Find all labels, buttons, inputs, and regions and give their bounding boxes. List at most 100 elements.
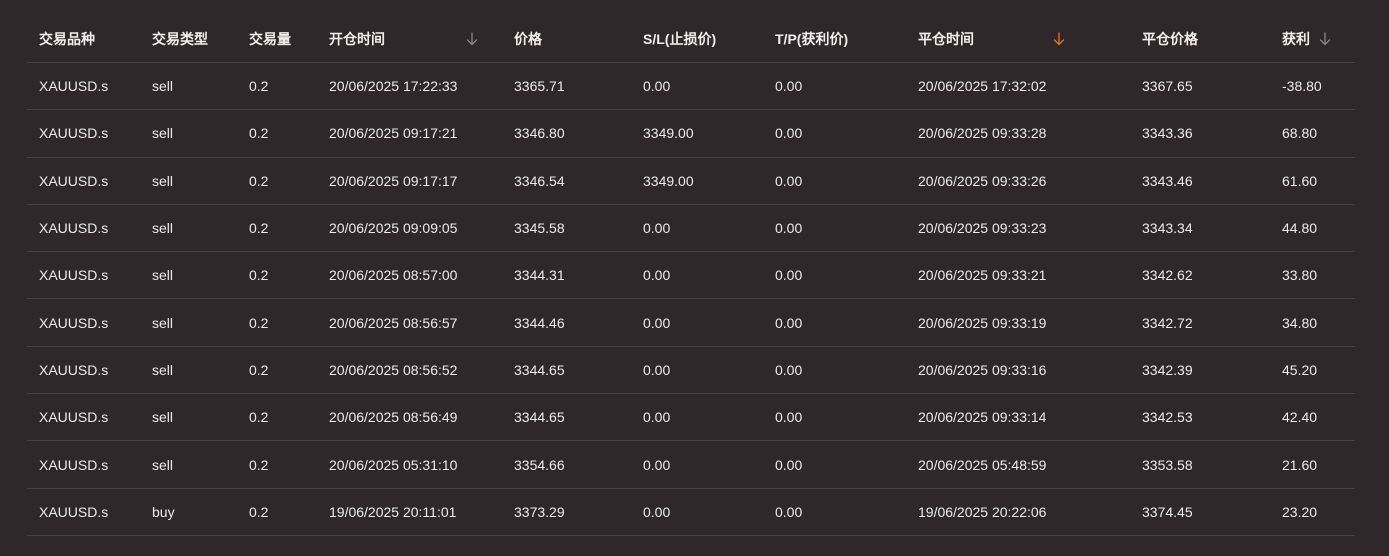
cell-tp: 0.00 — [763, 157, 906, 205]
cell-profit: 33.80 — [1270, 251, 1355, 300]
table-row[interactable]: XAUUSD.s sell 0.2 20/06/2025 09:17:17 33… — [27, 157, 1355, 205]
cell-price: 3365.71 — [502, 62, 631, 111]
cell-symbol: XAUUSD.s — [27, 62, 140, 111]
cell-symbol: XAUUSD.s — [27, 157, 140, 205]
cell-volume: 0.2 — [237, 62, 317, 111]
cell-close-price: 3343.34 — [1130, 204, 1270, 253]
cell-symbol: XAUUSD.s — [27, 109, 140, 158]
cell-tp: 0.00 — [763, 393, 906, 442]
cell-symbol: XAUUSD.s — [27, 346, 140, 395]
cell-open-time: 20/06/2025 08:56:57 — [317, 298, 502, 347]
cell-close-price: 3343.36 — [1130, 109, 1270, 158]
cell-symbol: XAUUSD.s — [27, 204, 140, 253]
cell-profit: -38.80 — [1270, 62, 1355, 111]
arrow-down-icon[interactable] — [466, 31, 478, 46]
cell-volume: 0.2 — [237, 109, 317, 158]
cell-sl: 0.00 — [631, 298, 763, 347]
table-row[interactable]: XAUUSD.s sell 0.2 20/06/2025 08:57:00 33… — [27, 251, 1355, 300]
trade-history-table-container: 交易品种 交易类型 交易量 开仓时间 价格 S/L(止损价) T/P(获利价) … — [27, 15, 1355, 536]
cell-close-time: 19/06/2025 20:22:06 — [906, 488, 1130, 536]
table-row[interactable]: XAUUSD.s sell 0.2 20/06/2025 05:31:10 33… — [27, 440, 1355, 489]
cell-sl: 0.00 — [631, 346, 763, 395]
cell-volume: 0.2 — [237, 157, 317, 205]
table-row[interactable]: XAUUSD.s sell 0.2 20/06/2025 09:09:05 33… — [27, 204, 1355, 253]
cell-close-time: 20/06/2025 09:33:28 — [906, 109, 1130, 158]
cell-close-time: 20/06/2025 09:33:26 — [906, 157, 1130, 205]
cell-symbol: XAUUSD.s — [27, 440, 140, 489]
cell-type: sell — [140, 157, 237, 205]
header-sl: S/L(止损价) — [631, 15, 763, 63]
cell-close-time: 20/06/2025 09:33:14 — [906, 393, 1130, 442]
cell-close-price: 3353.58 — [1130, 440, 1270, 489]
table-row[interactable]: XAUUSD.s sell 0.2 20/06/2025 08:56:57 33… — [27, 298, 1355, 347]
header-close-price: 平仓价格 — [1130, 15, 1270, 63]
cell-sl: 0.00 — [631, 204, 763, 253]
header-price: 价格 — [502, 15, 631, 63]
cell-price: 3344.46 — [502, 298, 631, 347]
table-row[interactable]: XAUUSD.s sell 0.2 20/06/2025 08:56:49 33… — [27, 393, 1355, 442]
trade-history-table: 交易品种 交易类型 交易量 开仓时间 价格 S/L(止损价) T/P(获利价) … — [27, 15, 1355, 536]
arrow-down-icon[interactable] — [1319, 31, 1331, 46]
cell-type: sell — [140, 298, 237, 347]
cell-profit: 34.80 — [1270, 298, 1355, 347]
cell-close-time: 20/06/2025 09:33:21 — [906, 251, 1130, 300]
cell-sl: 3349.00 — [631, 157, 763, 205]
cell-close-price: 3342.62 — [1130, 251, 1270, 300]
cell-profit: 23.20 — [1270, 488, 1355, 536]
cell-volume: 0.2 — [237, 393, 317, 442]
cell-type: sell — [140, 62, 237, 111]
cell-volume: 0.2 — [237, 346, 317, 395]
cell-close-price: 3343.46 — [1130, 157, 1270, 205]
cell-close-price: 3367.65 — [1130, 62, 1270, 111]
header-type: 交易类型 — [140, 15, 237, 63]
cell-close-time: 20/06/2025 09:33:23 — [906, 204, 1130, 253]
cell-type: sell — [140, 251, 237, 300]
header-profit[interactable]: 获利 — [1270, 15, 1355, 63]
cell-open-time: 20/06/2025 05:31:10 — [317, 440, 502, 489]
header-close-time[interactable]: 平仓时间 — [906, 15, 1130, 63]
cell-close-time: 20/06/2025 09:33:19 — [906, 298, 1130, 347]
cell-tp: 0.00 — [763, 440, 906, 489]
header-open-time-label: 开仓时间 — [329, 30, 385, 47]
cell-type: sell — [140, 109, 237, 158]
cell-volume: 0.2 — [237, 440, 317, 489]
cell-open-time: 20/06/2025 09:17:21 — [317, 109, 502, 158]
cell-sl: 0.00 — [631, 393, 763, 442]
cell-price: 3344.65 — [502, 346, 631, 395]
cell-volume: 0.2 — [237, 204, 317, 253]
cell-close-time: 20/06/2025 05:48:59 — [906, 440, 1130, 489]
cell-price: 3346.54 — [502, 157, 631, 205]
cell-price: 3354.66 — [502, 440, 631, 489]
cell-tp: 0.00 — [763, 346, 906, 395]
table-row[interactable]: XAUUSD.s sell 0.2 20/06/2025 17:22:33 33… — [27, 62, 1355, 111]
cell-type: buy — [140, 488, 237, 536]
cell-price: 3344.65 — [502, 393, 631, 442]
header-volume: 交易量 — [237, 15, 317, 63]
cell-volume: 0.2 — [237, 298, 317, 347]
header-profit-label: 获利 — [1282, 30, 1310, 47]
cell-close-price: 3374.45 — [1130, 488, 1270, 536]
cell-open-time: 20/06/2025 09:17:17 — [317, 157, 502, 205]
cell-profit: 21.60 — [1270, 440, 1355, 489]
table-row[interactable]: XAUUSD.s sell 0.2 20/06/2025 09:17:21 33… — [27, 109, 1355, 158]
cell-open-time: 20/06/2025 08:57:00 — [317, 251, 502, 300]
cell-close-price: 3342.39 — [1130, 346, 1270, 395]
cell-open-time: 20/06/2025 08:56:52 — [317, 346, 502, 395]
cell-price: 3344.31 — [502, 251, 631, 300]
cell-open-time: 20/06/2025 17:22:33 — [317, 62, 502, 111]
header-tp: T/P(获利价) — [763, 15, 906, 63]
table-row[interactable]: XAUUSD.s sell 0.2 20/06/2025 08:56:52 33… — [27, 346, 1355, 395]
cell-sl: 0.00 — [631, 440, 763, 489]
cell-tp: 0.00 — [763, 251, 906, 300]
cell-symbol: XAUUSD.s — [27, 393, 140, 442]
cell-open-time: 20/06/2025 09:09:05 — [317, 204, 502, 253]
cell-price: 3345.58 — [502, 204, 631, 253]
cell-profit: 42.40 — [1270, 393, 1355, 442]
cell-sl: 0.00 — [631, 62, 763, 111]
cell-profit: 44.80 — [1270, 204, 1355, 253]
cell-price: 3346.80 — [502, 109, 631, 158]
arrow-down-icon[interactable] — [1053, 31, 1065, 46]
cell-close-price: 3342.72 — [1130, 298, 1270, 347]
header-open-time[interactable]: 开仓时间 — [317, 15, 502, 63]
table-row[interactable]: XAUUSD.s buy 0.2 19/06/2025 20:11:01 337… — [27, 488, 1355, 536]
